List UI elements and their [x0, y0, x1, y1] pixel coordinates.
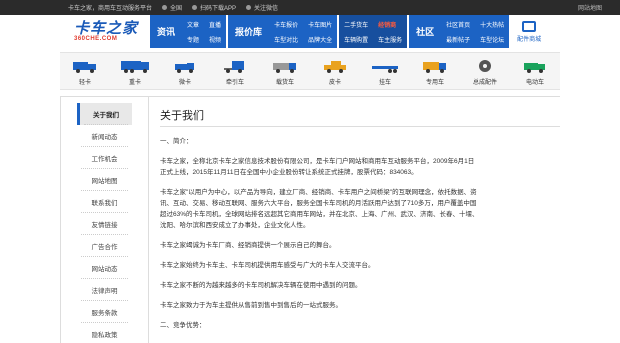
category-label: 挂车 [378, 79, 391, 86]
category-label: 重卡 [128, 79, 141, 86]
nav-model-forum[interactable]: 车型论坛 [480, 35, 504, 44]
parts-icon [479, 59, 491, 72]
category-special-vehicle[interactable]: 专用车 [420, 57, 450, 86]
paragraph-3: 卡车之家竭诚为卡车厂商、经销商提供一个展示自己的舞台。 [160, 242, 336, 249]
nav-used: 二手货车 车辆购置 经销商 车主服务 [339, 15, 408, 48]
phone-icon [192, 5, 198, 10]
about-sidebar: 关于我们 新闻动态 工作机会 网站地图 联系我们 友情链接 广告合作 网站动态 … [60, 97, 149, 343]
parts-mall-link[interactable]: 配件商城 [511, 15, 548, 48]
category-label: 总成配件 [472, 79, 497, 86]
sidebar-item-privacy[interactable]: 隐私政策 [77, 323, 132, 343]
nav-hot-posts[interactable]: 十大热帖 [480, 20, 504, 29]
category-heavy-truck[interactable]: 重卡 [120, 57, 150, 86]
electric-truck-icon [524, 62, 545, 73]
nav-truck-price[interactable]: 卡车报价 [274, 20, 298, 29]
nav-price: 报价库 卡车报价 车型对比 卡车图片 品牌大全 [228, 15, 338, 48]
sidebar-item-about[interactable]: 关于我们 [77, 103, 132, 125]
cargo-truck-icon [273, 62, 296, 73]
header: 卡车之家 360CHE.COM 资讯 文章 专题 直播 视频 报价库 卡车报价 … [0, 15, 620, 48]
logo-domain: 360CHE.COM [74, 36, 118, 42]
category-cargo-truck[interactable]: 载货车 [270, 57, 300, 86]
main-nav: 资讯 文章 专题 直播 视频 报价库 卡车报价 车型对比 卡车图片 品牌大全 二… [150, 15, 548, 48]
paragraph-4: 卡车之家始终为卡车主、卡车司机提供用车感受与广大的卡车人交流平台。 [160, 262, 375, 269]
section-heading-advantages: 二、竞争优势： [160, 322, 206, 329]
category-trailer[interactable]: 挂车 [370, 57, 400, 86]
nav-latest-posts[interactable]: 最新帖子 [446, 35, 470, 44]
follow-wechat-link[interactable]: 关注微信 [246, 3, 278, 12]
category-label: 微卡 [178, 79, 191, 86]
mini-truck-icon [175, 62, 194, 73]
category-label: 载货车 [275, 79, 294, 86]
location-label: 全国 [170, 6, 183, 12]
app-label: 扫码下载APP [200, 6, 237, 12]
sidebar-item-jobs[interactable]: 工作机会 [77, 147, 132, 169]
nav-topics[interactable]: 专题 [187, 35, 199, 44]
category-parts[interactable]: 总成配件 [470, 57, 500, 86]
nav-used-trucks[interactable]: 二手货车 [344, 20, 368, 29]
light-truck-icon [73, 61, 96, 73]
category-electric[interactable]: 电动车 [520, 57, 550, 86]
category-light-truck[interactable]: 轻卡 [70, 57, 100, 86]
sidebar-item-terms[interactable]: 服务条款 [77, 301, 132, 323]
nav-live[interactable]: 直播 [209, 20, 221, 29]
category-label: 电动车 [525, 79, 544, 86]
content-area: 关于我们 新闻动态 工作机会 网站地图 联系我们 友情链接 广告合作 网站动态 … [60, 96, 560, 343]
sidebar-item-links[interactable]: 友情链接 [77, 213, 132, 235]
main-article: 关于我们 一、简介： 卡车之家，全称北京卡车之家信息技术股份有限公司，是卡车门户… [149, 97, 560, 343]
logo-text: 卡车之家 [74, 19, 139, 37]
welcome-text: 卡车之家，商用车互动服务平台 [68, 6, 153, 12]
tractor-icon [224, 60, 244, 73]
location-selector[interactable]: 全国 [162, 3, 182, 12]
paragraph-5: 卡车之家不断的为越来越多的卡车司机解决车辆在使用中遇到的问题。 [160, 282, 362, 289]
follow-label: 关注微信 [254, 6, 279, 12]
nav-video[interactable]: 视频 [209, 35, 221, 44]
nav-owner-service[interactable]: 车主服务 [378, 35, 402, 44]
category-label: 皮卡 [328, 79, 341, 86]
nav-info: 资讯 文章 专题 直播 视频 [150, 15, 227, 48]
category-pickup[interactable]: 皮卡 [320, 57, 350, 86]
nav-dealer[interactable]: 经销商 [378, 20, 402, 29]
wechat-icon [246, 5, 252, 10]
site-map-link[interactable]: 网站地图 [578, 3, 602, 12]
pickup-icon [324, 60, 346, 73]
sidebar-item-contact[interactable]: 联系我们 [77, 191, 132, 213]
category-tractor[interactable]: 牵引车 [220, 57, 250, 86]
special-vehicle-icon [423, 61, 446, 73]
truck-category-strip: 轻卡 重卡 微卡 牵引车 载货车 皮卡 挂车 专用车 总成配件 电动车 [60, 52, 560, 90]
nav-articles[interactable]: 文章 [187, 20, 199, 29]
location-pin-icon [162, 5, 168, 10]
sidebar-item-sitemap[interactable]: 网站地图 [77, 169, 132, 191]
paragraph-2: 卡车之家"以用户为中心，以产品为导向，建立厂商、经销商、卡车用户之间桥梁"的互联… [160, 189, 479, 229]
nav-community: 社区 社区首页 最新帖子 十大热帖 车型论坛 [409, 15, 510, 48]
sidebar-item-site-news[interactable]: 网站动态 [77, 257, 132, 279]
site-logo[interactable]: 卡车之家 360CHE.COM [74, 19, 140, 45]
sidebar-item-news[interactable]: 新闻动态 [77, 125, 132, 147]
page-title: 关于我们 [160, 110, 204, 122]
nav-community-home[interactable]: 社区首页 [446, 20, 470, 29]
cart-icon [522, 20, 537, 32]
nav-purchase[interactable]: 车辆购置 [344, 35, 368, 44]
nav-truck-pics[interactable]: 卡车图片 [308, 20, 332, 29]
sidebar-item-ads[interactable]: 广告合作 [77, 235, 132, 257]
sidebar-item-legal[interactable]: 法律声明 [77, 279, 132, 301]
paragraph-1: 卡车之家，全称北京卡车之家信息技术股份有限公司，是卡车门户网站和商用车互动服务平… [160, 158, 475, 176]
nav-community-title[interactable]: 社区 [409, 15, 441, 48]
top-bar: 卡车之家，商用车互动服务平台 全国 扫码下载APP 关注微信 网站地图 [0, 0, 620, 15]
nav-compare[interactable]: 车型对比 [274, 35, 298, 44]
nav-price-title[interactable]: 报价库 [228, 15, 269, 48]
category-label: 专用车 [425, 79, 444, 86]
nav-info-title[interactable]: 资讯 [150, 15, 182, 48]
mall-label: 配件商城 [517, 36, 542, 43]
category-label: 牵引车 [225, 79, 244, 86]
heavy-truck-icon [121, 60, 149, 73]
paragraph-6: 卡车之家致力于为车主提供从售前到售中到售后的一站式服务。 [160, 302, 342, 309]
category-label: 轻卡 [78, 79, 91, 86]
app-download-link[interactable]: 扫码下载APP [192, 3, 236, 12]
nav-brands[interactable]: 品牌大全 [308, 35, 332, 44]
category-mini-truck[interactable]: 微卡 [170, 57, 200, 86]
section-heading-intro: 一、简介： [160, 138, 193, 145]
trailer-icon [372, 65, 398, 73]
